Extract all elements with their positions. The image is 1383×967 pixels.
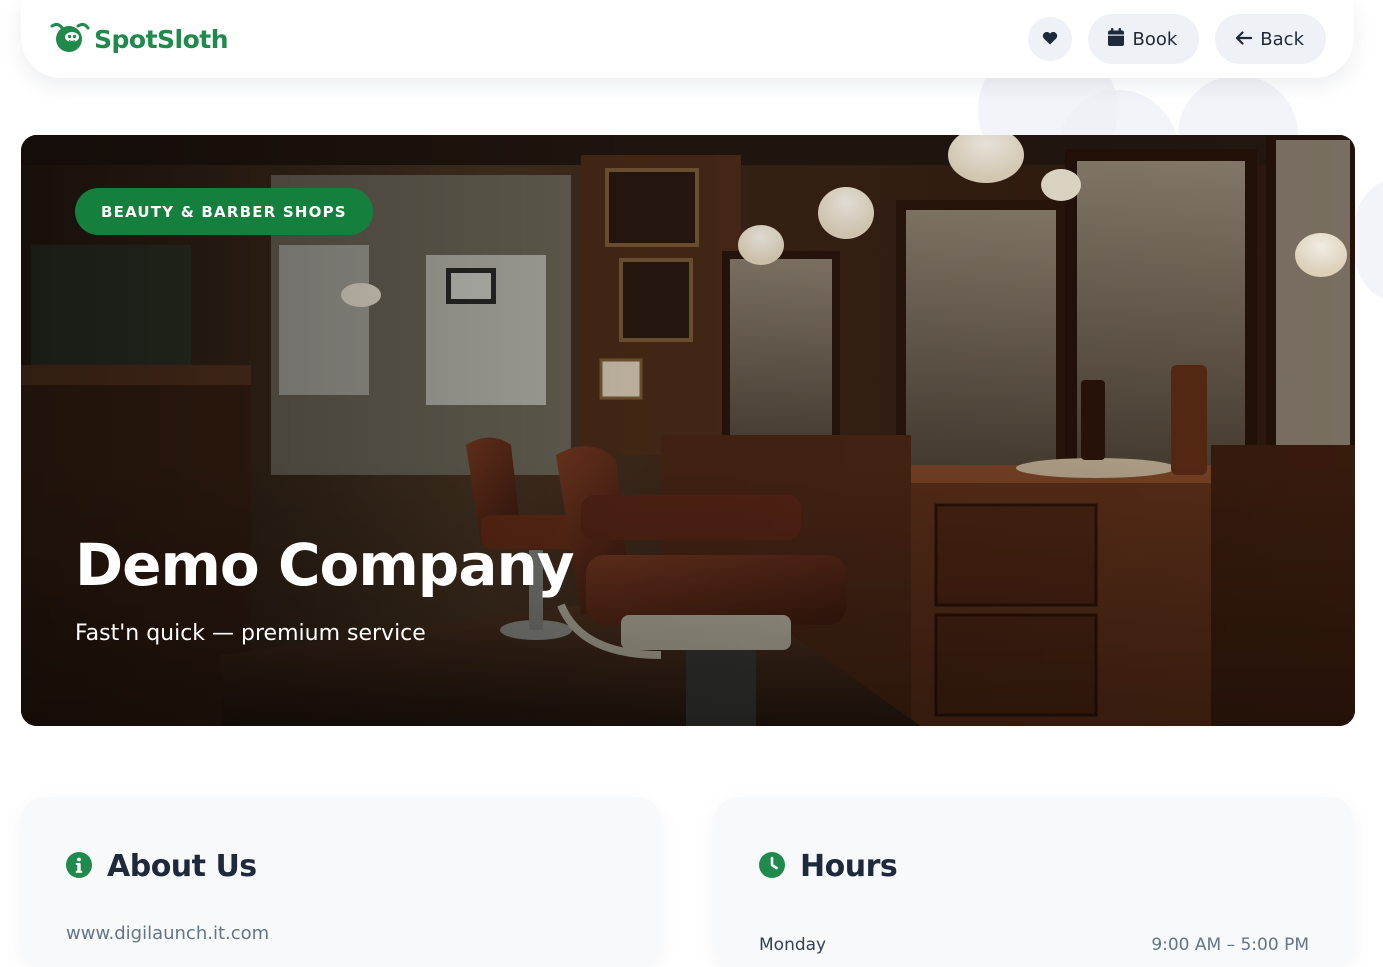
hours-day: Monday bbox=[759, 935, 827, 955]
book-button-label: Book bbox=[1132, 28, 1178, 50]
hours-row: Monday 9:00 AM – 5:00 PM bbox=[759, 935, 1309, 955]
brand-name: SpotSloth bbox=[94, 24, 229, 54]
hours-time: 9:00 AM – 5:00 PM bbox=[1151, 935, 1309, 955]
info-icon bbox=[65, 851, 93, 883]
header-nav: Book Back bbox=[1028, 14, 1326, 64]
brand-logo-link[interactable]: SpotSloth bbox=[50, 20, 229, 58]
hours-card: Hours Monday 9:00 AM – 5:00 PM bbox=[714, 797, 1354, 967]
favorite-button[interactable] bbox=[1028, 17, 1073, 61]
about-us-heading: About Us bbox=[65, 849, 257, 884]
back-button[interactable]: Back bbox=[1215, 14, 1326, 64]
hero-banner: BEAUTY & BARBER SHOPS Demo Company Fast'… bbox=[21, 135, 1355, 726]
calendar-icon bbox=[1108, 27, 1125, 51]
background-decoration bbox=[1352, 180, 1383, 300]
business-name-title: Demo Company bbox=[75, 531, 575, 599]
top-header: SpotSloth Book Back bbox=[21, 0, 1354, 78]
clock-icon bbox=[758, 851, 786, 883]
business-tagline: Fast'n quick — premium service bbox=[75, 621, 426, 646]
sloth-logo-icon bbox=[50, 20, 90, 58]
back-button-label: Back bbox=[1260, 28, 1304, 50]
hours-heading: Hours bbox=[758, 849, 898, 884]
arrow-left-icon bbox=[1235, 29, 1253, 50]
heart-icon bbox=[1042, 30, 1058, 49]
about-us-card: About Us www.digilaunch.it.com bbox=[21, 797, 661, 967]
book-button[interactable]: Book bbox=[1088, 14, 1200, 64]
about-us-title: About Us bbox=[107, 849, 257, 884]
hours-title: Hours bbox=[800, 849, 898, 884]
website-link[interactable]: www.digilaunch.it.com bbox=[66, 923, 269, 944]
category-badge[interactable]: BEAUTY & BARBER SHOPS bbox=[75, 188, 373, 235]
